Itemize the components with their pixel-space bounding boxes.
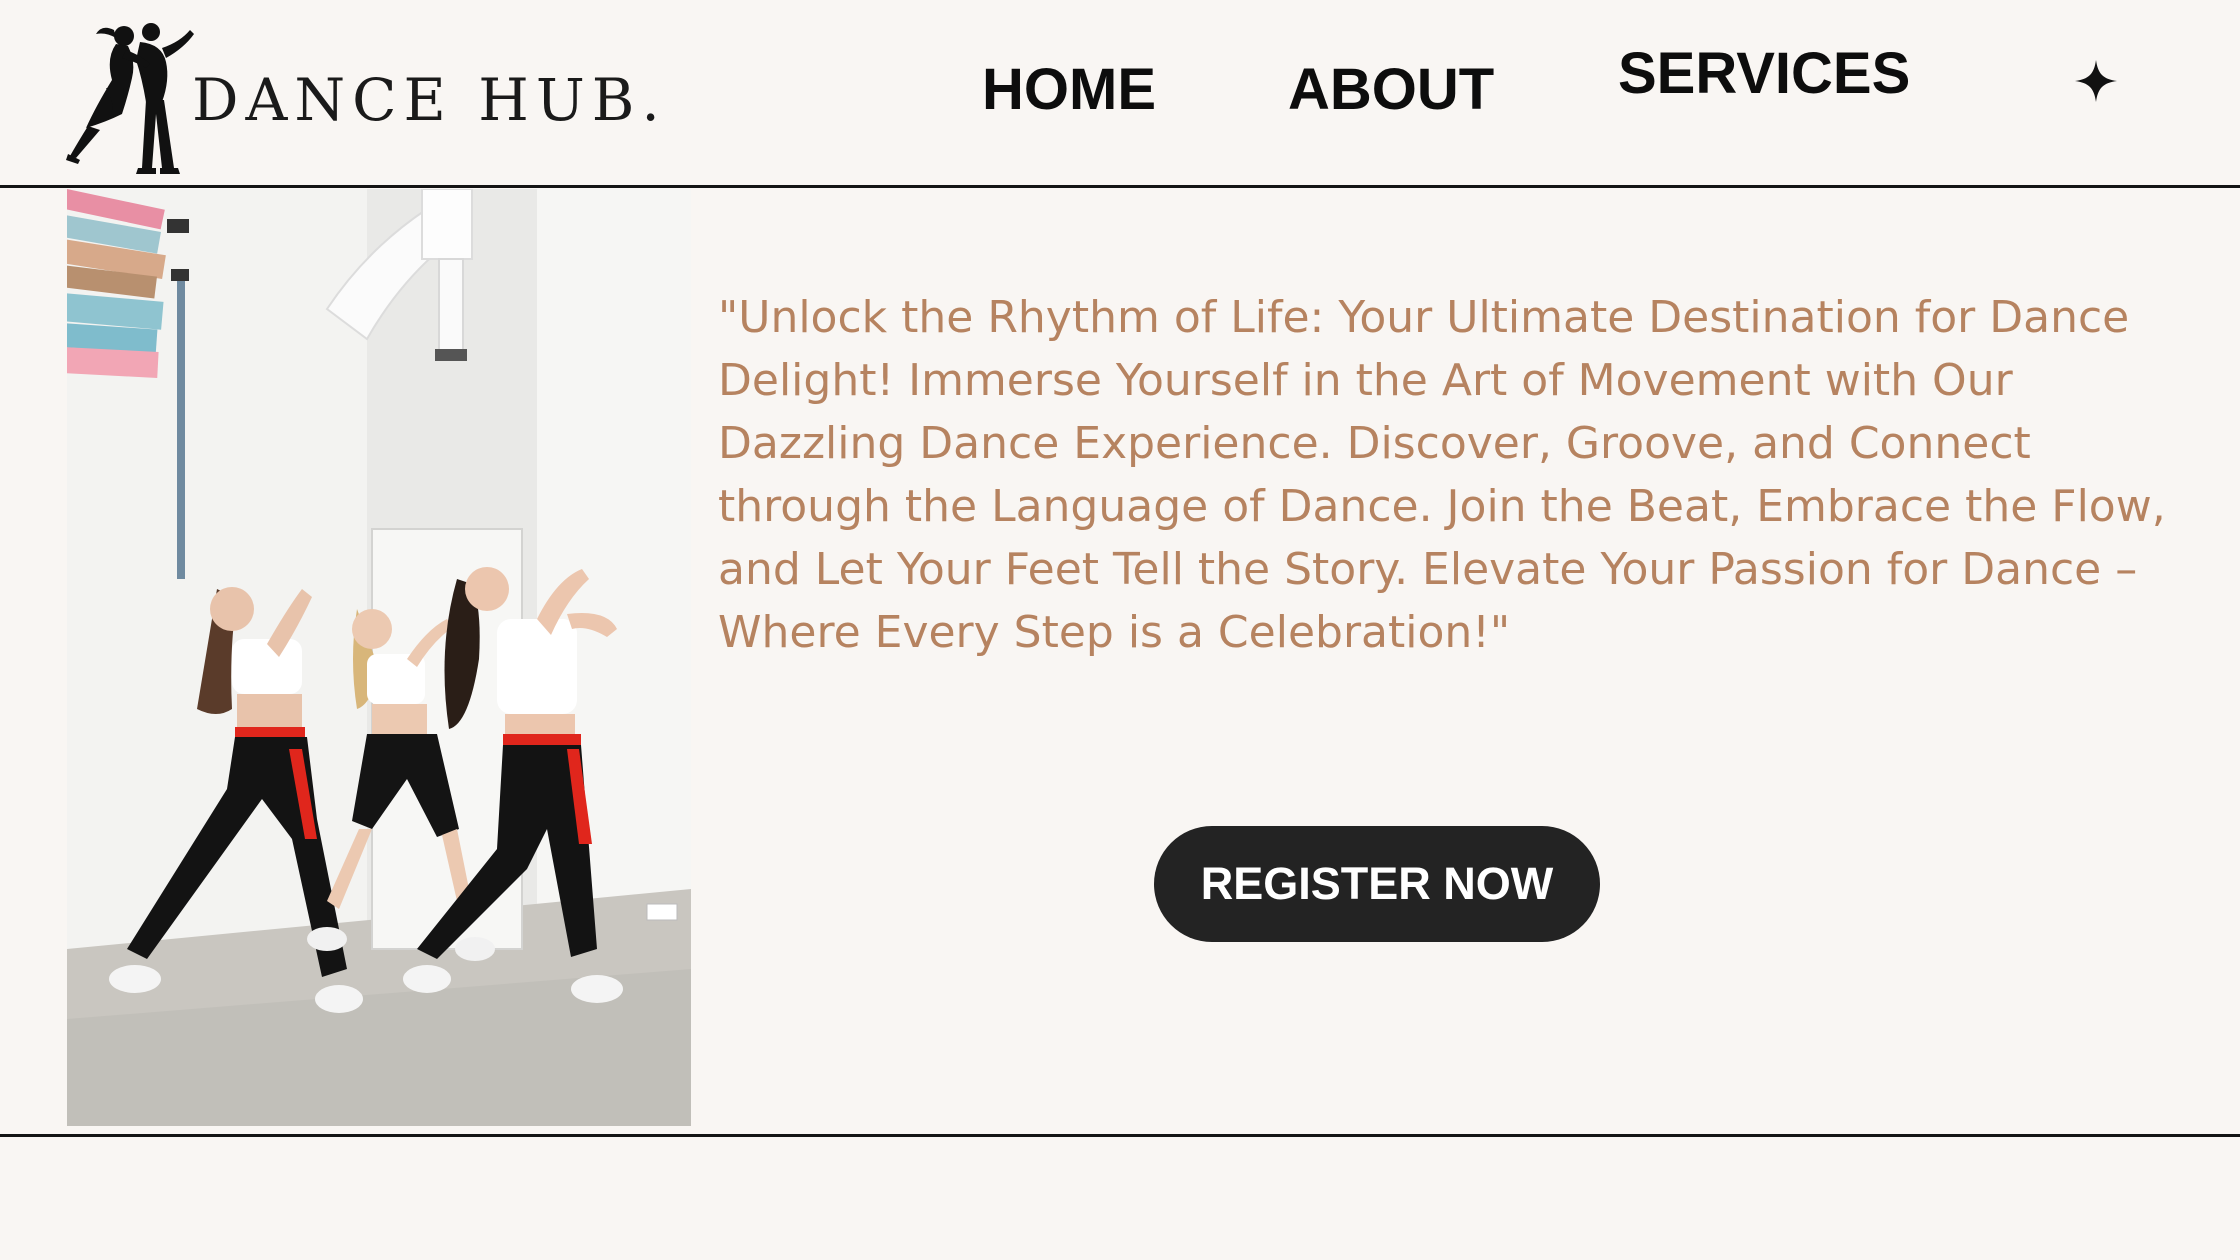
nav-services-link[interactable]: SERVICES — [1618, 40, 1910, 107]
register-now-button[interactable]: REGISTER NOW — [1154, 826, 1600, 942]
section-divider — [0, 1134, 2240, 1137]
hero-tagline: "Unlock the Rhythm of Life: Your Ultimat… — [718, 292, 2166, 658]
brand-logo[interactable]: DANCE HUB. — [66, 18, 660, 183]
nav-home-link[interactable]: HOME — [982, 56, 1156, 123]
header-divider — [0, 185, 2240, 188]
nav-about-link[interactable]: ABOUT — [1288, 56, 1494, 123]
sparkle-icon[interactable] — [2075, 60, 2117, 102]
brand-name: DANCE HUB. — [192, 66, 667, 134]
dancers-photo — [67, 189, 691, 1126]
